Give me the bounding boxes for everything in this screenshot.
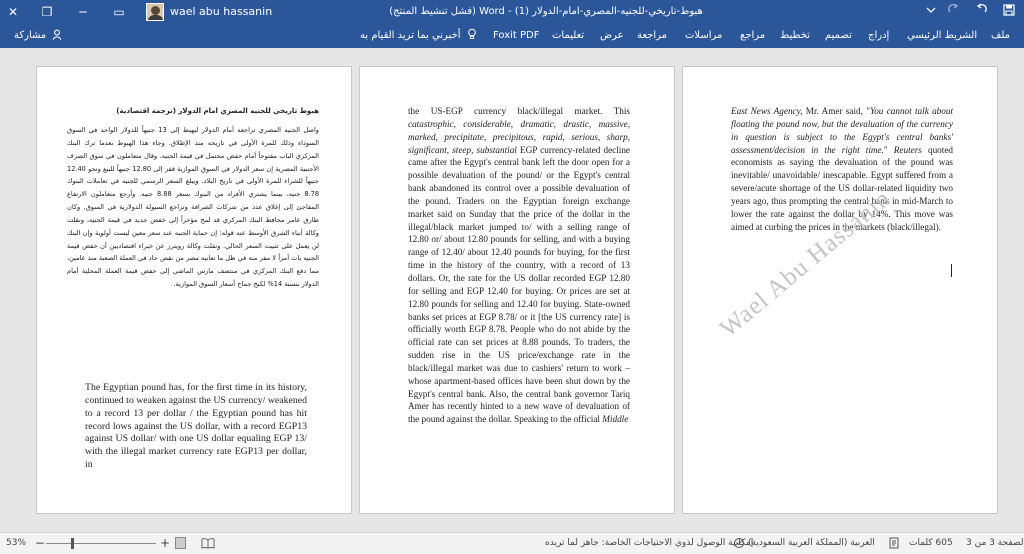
- save-icon: [1003, 4, 1015, 16]
- ribbon-display-button[interactable]: ▭: [110, 3, 128, 21]
- tell-me-box[interactable]: أخبرني بما تريد القيام به: [360, 24, 477, 48]
- tab-review[interactable]: مراجعة: [637, 24, 667, 48]
- undo-icon: [976, 3, 987, 13]
- proofing-icon: [889, 537, 899, 549]
- redo-icon: [947, 3, 958, 13]
- zoom-level[interactable]: 53%: [6, 533, 26, 554]
- text-run: the US-EGP currency black/illegal market…: [408, 106, 630, 116]
- document-title: هبوط-تاريخي-للجنيه-المصري-امام-الدولار (…: [389, 6, 703, 17]
- zoom-in-button[interactable]: +: [160, 533, 170, 554]
- document-canvas[interactable]: هبوط تاريخي للجنيه المصري امام الدولار (…: [0, 48, 1024, 532]
- person-icon: [53, 29, 62, 40]
- zoom-slider-thumb[interactable]: [70, 538, 74, 549]
- text-run: ": [883, 144, 894, 155]
- tab-mailings[interactable]: مراسلات: [685, 24, 722, 48]
- dropdown-icon: [926, 7, 936, 13]
- tab-layout[interactable]: تخطيط: [780, 24, 810, 48]
- minimize-icon: ─: [79, 5, 87, 19]
- read-mode-icon[interactable]: [201, 537, 215, 549]
- accessibility-icon: [734, 538, 744, 548]
- language-status[interactable]: العربية (المملكة العربية السعودية): [748, 533, 875, 554]
- ribbon-display-icon: ▭: [113, 5, 125, 19]
- accessibility-status[interactable]: إمكانية الوصول لذوي الاحتياجات الخاصة: ج…: [545, 533, 753, 554]
- status-bar: 53% − + إمكانية الوصول لذوي الاحتياجات ا…: [0, 532, 1024, 554]
- tab-references[interactable]: مراجع: [740, 24, 765, 48]
- view-focus-button[interactable]: [175, 537, 186, 549]
- title-bar: ✕ ❐ ─ ▭ wael abu hassanin هبوط-تاريخي-لل…: [0, 0, 1024, 24]
- italic-text-run: Middle: [602, 414, 629, 425]
- share-button[interactable]: مشاركة: [14, 24, 64, 48]
- tab-help[interactable]: تعليمات: [552, 24, 584, 48]
- tab-file[interactable]: ملف: [991, 24, 1010, 48]
- text-run: EGP currency-related decline came after …: [408, 144, 630, 425]
- zoom-slider[interactable]: [46, 538, 156, 549]
- zoom-out-button[interactable]: −: [35, 533, 45, 554]
- arabic-paragraph: واصل الجنيه المصري تراجعه أمام الدولار ل…: [67, 126, 319, 289]
- tab-insert[interactable]: إدراج: [868, 24, 889, 48]
- minimize-button[interactable]: ─: [74, 3, 92, 21]
- customize-toolbar-button[interactable]: [922, 3, 940, 21]
- avatar[interactable]: [146, 3, 164, 21]
- page-indicator[interactable]: الصفحة 3 من 3: [966, 533, 1024, 554]
- ribbon-tab-bar: مشاركة أخبرني بما تريد القيام به Foxit P…: [0, 24, 1024, 48]
- share-label: مشاركة: [14, 30, 47, 41]
- english-paragraph: The Egyptian pound has, for the first ti…: [85, 382, 307, 471]
- page-2[interactable]: the US-EGP currency black/illegal market…: [359, 66, 675, 514]
- tell-me-label: أخبرني بما تريد القيام به: [360, 30, 461, 41]
- text-run: Mr. Amer said, ": [802, 106, 870, 116]
- redo-button[interactable]: [944, 3, 962, 21]
- maximize-icon: ❐: [41, 5, 53, 19]
- close-icon: ✕: [7, 5, 19, 19]
- tab-view[interactable]: عرض: [600, 24, 624, 48]
- italic-text-run: Reuters: [893, 144, 922, 155]
- close-button[interactable]: ✕: [4, 3, 22, 21]
- tab-foxit-pdf[interactable]: Foxit PDF: [493, 24, 539, 48]
- user-name[interactable]: wael abu hassanin: [170, 0, 272, 24]
- page-1[interactable]: هبوط تاريخي للجنيه المصري امام الدولار (…: [36, 66, 352, 514]
- save-button[interactable]: [1000, 3, 1018, 21]
- tab-home[interactable]: الشريط الرئيسي: [907, 24, 977, 48]
- arabic-heading: هبوط تاريخي للجنيه المصري امام الدولار (…: [116, 107, 319, 115]
- tab-design[interactable]: تصميم: [825, 24, 852, 48]
- english-paragraph: the US-EGP currency black/illegal market…: [408, 105, 630, 503]
- undo-button[interactable]: [972, 3, 990, 21]
- italic-text-run: East News Agency,: [731, 106, 803, 116]
- lightbulb-icon: [467, 28, 476, 39]
- page-3[interactable]: East News Agency, Mr. Amer said, "You ca…: [682, 66, 998, 514]
- text-cursor: [951, 264, 952, 277]
- word-count[interactable]: 605 كلمات: [909, 533, 953, 554]
- maximize-button[interactable]: ❐: [38, 3, 56, 21]
